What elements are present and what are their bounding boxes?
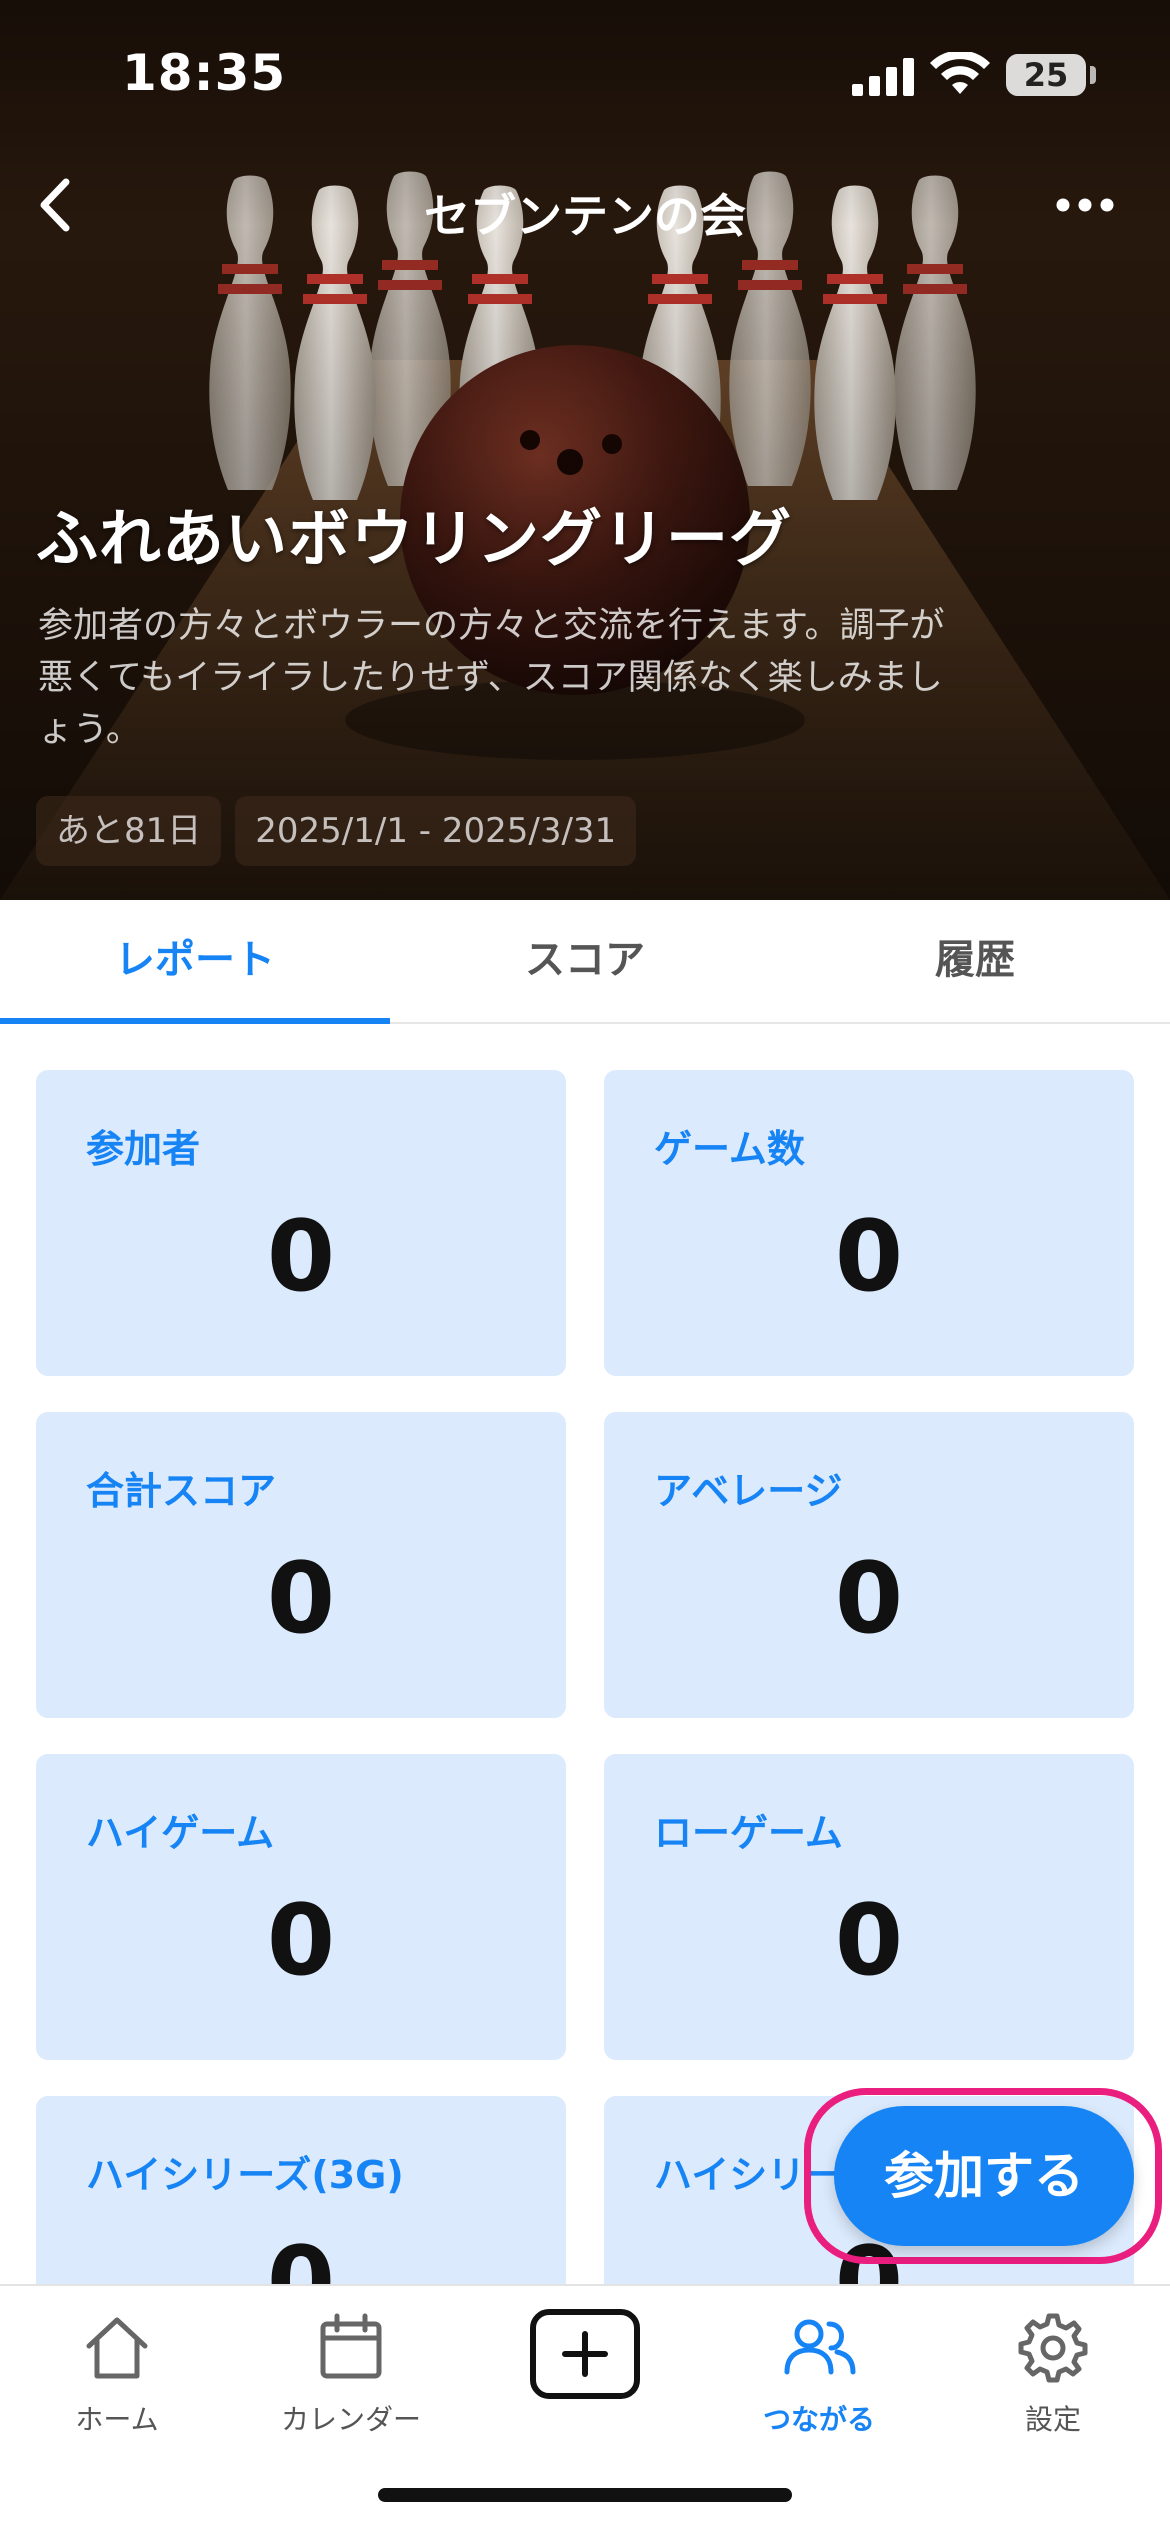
page-title: セブンテンの会 xyxy=(424,189,746,243)
nav-label: 設定 xyxy=(1024,2403,1081,2436)
nav-label: カレンダー xyxy=(280,2403,421,2436)
stat-value: 0 xyxy=(834,1542,904,1656)
join-button[interactable]: 参加する xyxy=(834,2106,1134,2246)
stat-value: 0 xyxy=(266,2226,336,2284)
stat-card-high-series-3g: ハイシリーズ(3G) 0 xyxy=(36,2096,566,2284)
nav-label: ホーム xyxy=(75,2403,159,2436)
stat-label: 合計スコア xyxy=(86,1469,277,1513)
nav-label: つながる xyxy=(762,2403,875,2436)
stat-value: 0 xyxy=(266,1200,336,1314)
calendar-icon xyxy=(320,2313,382,2379)
home-icon xyxy=(86,2317,148,2379)
stat-value: 0 xyxy=(834,1884,904,1998)
period-badge: 2025/1/1 - 2025/3/31 xyxy=(235,796,637,866)
stat-card-participants: 参加者 0 xyxy=(36,1070,566,1376)
stat-label: アベレージ xyxy=(654,1469,843,1513)
stat-value: 0 xyxy=(834,1200,904,1314)
stat-card-total-score: 合計スコア 0 xyxy=(36,1412,566,1718)
tab-history[interactable]: 履歴 xyxy=(780,900,1170,1022)
navigation-bar: セブンテンの会 xyxy=(0,150,1170,260)
tab-report[interactable]: レポート xyxy=(0,900,390,1024)
league-title: ふれあいボウリングリーグ xyxy=(36,502,793,575)
wifi-icon xyxy=(930,52,990,94)
stat-card-low-game: ローゲーム 0 xyxy=(604,1754,1134,2060)
cellular-signal-icon xyxy=(852,58,914,96)
nav-item-home[interactable]: ホーム xyxy=(0,2308,234,2438)
league-meta-chips: あと81日 2025/1/1 - 2025/3/31 xyxy=(36,796,637,866)
nav-item-settings[interactable]: 設定 xyxy=(936,2308,1170,2438)
stat-label: ゲーム数 xyxy=(654,1127,805,1171)
stat-label: ローゲーム xyxy=(654,1811,843,1855)
stat-card-average: アベレージ 0 xyxy=(604,1412,1134,1718)
home-indicator xyxy=(378,2488,792,2502)
nav-item-connect[interactable]: つながる xyxy=(702,2308,936,2438)
nav-item-add[interactable] xyxy=(468,2308,702,2400)
stat-label: 参加者 xyxy=(86,1127,201,1171)
stat-card-games: ゲーム数 0 xyxy=(604,1070,1134,1376)
stat-value: 0 xyxy=(266,1542,336,1656)
stat-label: ハイシリーズ(3G) xyxy=(86,2153,404,2197)
gear-icon xyxy=(1018,2313,1088,2383)
people-icon xyxy=(784,2319,856,2375)
stat-card-high-game: ハイゲーム 0 xyxy=(36,1754,566,2060)
tab-bar: レポート スコア 履歴 xyxy=(0,900,1170,1024)
add-icon xyxy=(530,2309,640,2399)
battery-icon: 25 xyxy=(1006,54,1086,96)
status-time: 18:35 xyxy=(122,44,287,102)
league-description: 参加者の方々とボウラーの方々と交流を行えます。調子が悪くてもイライラしたりせず、… xyxy=(38,606,945,750)
status-bar: 18:35 25 xyxy=(0,0,1170,150)
stat-value: 0 xyxy=(266,1884,336,1998)
stat-label: ハイゲーム xyxy=(86,1811,275,1855)
tab-score[interactable]: スコア xyxy=(390,900,780,1022)
more-options-icon[interactable] xyxy=(1050,180,1120,230)
remaining-days-badge: あと81日 xyxy=(36,796,222,866)
nav-item-calendar[interactable]: カレンダー xyxy=(234,2308,468,2438)
